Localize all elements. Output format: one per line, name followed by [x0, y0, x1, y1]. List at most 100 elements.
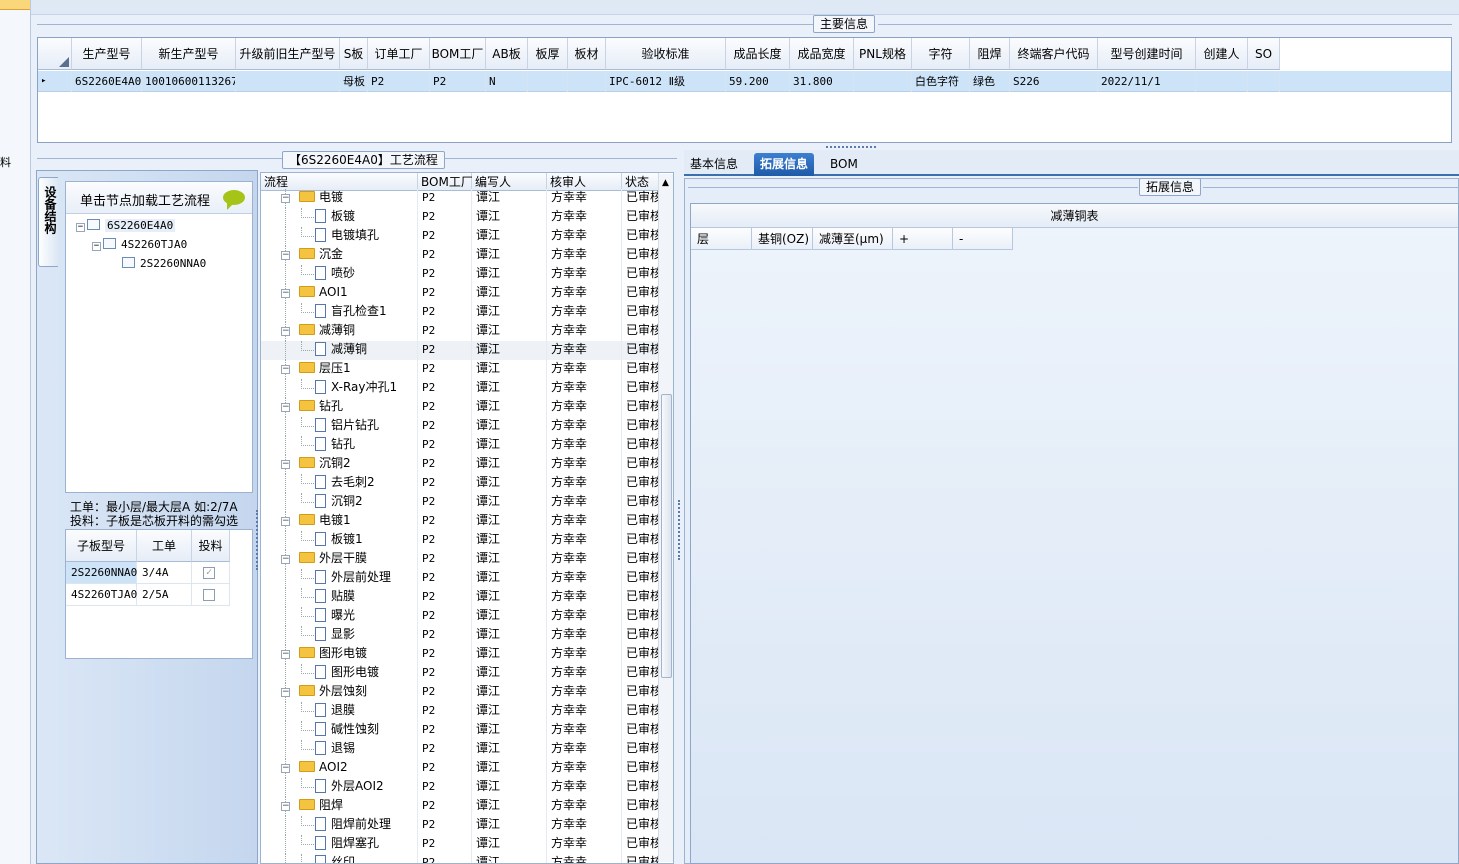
process-auditor-cell[interactable]: 方幸幸 [551, 683, 622, 702]
collapse-icon[interactable]: − [281, 251, 290, 260]
process-auditor-cell[interactable]: 方幸幸 [551, 664, 622, 683]
column-header[interactable]: 阻焊 [970, 38, 1010, 70]
process-writer-cell[interactable]: 谭江 [476, 683, 547, 702]
splitter-grip[interactable] [826, 146, 876, 149]
process-writer-cell[interactable]: 谭江 [476, 835, 547, 854]
process-status-cell[interactable]: 已审核 [626, 626, 659, 645]
process-writer-cell[interactable]: 谭江 [476, 569, 547, 588]
process-writer-cell[interactable]: 谭江 [476, 778, 547, 797]
sub-check-cell[interactable] [192, 584, 230, 606]
process-writer-cell[interactable]: 谭江 [476, 493, 547, 512]
process-row[interactable]: 退膜 P2 谭江 方幸幸 已审核 [261, 702, 659, 721]
table-cell[interactable]: 31.800 [790, 71, 854, 92]
process-bom-cell[interactable]: P2 [422, 246, 472, 265]
process-status-cell[interactable]: 已审核 [626, 455, 659, 474]
process-auditor-cell[interactable]: 方幸幸 [551, 588, 622, 607]
process-writer-cell[interactable]: 谭江 [476, 626, 547, 645]
table-cell[interactable]: 2022/11/1 [1098, 71, 1196, 92]
process-auditor-cell[interactable]: 方幸幸 [551, 360, 622, 379]
process-auditor-cell[interactable]: 方幸幸 [551, 284, 622, 303]
process-writer-cell[interactable]: 谭江 [476, 854, 547, 863]
process-row[interactable]: − 沉铜2 P2 谭江 方幸幸 已审核 [261, 455, 659, 474]
sub-order-cell[interactable]: 2/5A [137, 584, 192, 606]
collapse-icon[interactable]: − [92, 242, 101, 251]
process-auditor-cell[interactable]: 方幸幸 [551, 303, 622, 322]
table-cell[interactable] [854, 71, 912, 92]
add-row-button[interactable]: + [893, 228, 953, 250]
process-status-cell[interactable]: 已审核 [626, 645, 659, 664]
process-auditor-cell[interactable]: 方幸幸 [551, 797, 622, 816]
collapse-icon[interactable]: − [281, 802, 290, 811]
process-row[interactable]: − 外层蚀刻 P2 谭江 方幸幸 已审核 [261, 683, 659, 702]
process-writer-cell[interactable]: 谭江 [476, 797, 547, 816]
process-auditor-cell[interactable]: 方幸幸 [551, 265, 622, 284]
process-bom-cell[interactable]: P2 [422, 607, 472, 626]
process-writer-cell[interactable]: 谭江 [476, 759, 547, 778]
feed-checkbox[interactable] [203, 589, 215, 601]
process-bom-cell[interactable]: P2 [422, 322, 472, 341]
process-bom-cell[interactable]: P2 [422, 721, 472, 740]
process-bom-cell[interactable]: P2 [422, 740, 472, 759]
process-bom-cell[interactable]: P2 [422, 379, 472, 398]
process-auditor-cell[interactable]: 方幸幸 [551, 436, 622, 455]
process-auditor-cell[interactable]: 方幸幸 [551, 835, 622, 854]
process-bom-cell[interactable]: P2 [422, 398, 472, 417]
tab-bom[interactable]: BOM [824, 153, 864, 176]
process-status-cell[interactable]: 已审核 [626, 569, 659, 588]
column-header[interactable]: S板 [340, 38, 368, 70]
table-cell[interactable]: P2 [368, 71, 430, 92]
process-row[interactable]: 去毛刺2 P2 谭江 方幸幸 已审核 [261, 474, 659, 493]
process-auditor-cell[interactable]: 方幸幸 [551, 379, 622, 398]
process-auditor-cell[interactable]: 方幸幸 [551, 398, 622, 417]
process-row[interactable]: 图形电镀 P2 谭江 方幸幸 已审核 [261, 664, 659, 683]
collapse-icon[interactable]: − [281, 194, 290, 203]
process-row[interactable]: 盲孔检查1 P2 谭江 方幸幸 已审核 [261, 303, 659, 322]
process-bom-cell[interactable]: P2 [422, 208, 472, 227]
process-row[interactable]: 外层AOI2 P2 谭江 方幸幸 已审核 [261, 778, 659, 797]
remove-row-button[interactable]: - [953, 228, 1013, 250]
process-bom-cell[interactable]: P2 [422, 189, 472, 208]
process-bom-cell[interactable]: P2 [422, 341, 472, 360]
process-auditor-cell[interactable]: 方幸幸 [551, 759, 622, 778]
process-row[interactable]: − 减薄铜 P2 谭江 方幸幸 已审核 [261, 322, 659, 341]
process-status-cell[interactable]: 已审核 [626, 227, 659, 246]
process-auditor-cell[interactable]: 方幸幸 [551, 189, 622, 208]
process-status-cell[interactable]: 已审核 [626, 493, 659, 512]
process-writer-cell[interactable]: 谭江 [476, 322, 547, 341]
process-writer-cell[interactable]: 谭江 [476, 284, 547, 303]
vertical-tab-structure[interactable]: 设备结构 [38, 177, 58, 267]
process-auditor-cell[interactable]: 方幸幸 [551, 531, 622, 550]
tab-basic-info[interactable]: 基本信息 [684, 153, 744, 176]
process-writer-cell[interactable]: 谭江 [476, 607, 547, 626]
process-status-cell[interactable]: 已审核 [626, 740, 659, 759]
col-layer[interactable]: 层 [691, 228, 752, 250]
column-header[interactable]: AB板 [486, 38, 528, 70]
process-status-cell[interactable]: 已审核 [626, 816, 659, 835]
process-status-cell[interactable]: 已审核 [626, 474, 659, 493]
collapse-icon[interactable]: − [281, 650, 290, 659]
sub-model-cell[interactable]: 2S2260NNA0 [66, 562, 137, 584]
process-auditor-cell[interactable]: 方幸幸 [551, 512, 622, 531]
process-bom-cell[interactable]: P2 [422, 797, 472, 816]
process-bom-cell[interactable]: P2 [422, 512, 472, 531]
process-status-cell[interactable]: 已审核 [626, 759, 659, 778]
process-row[interactable]: − 层压1 P2 谭江 方幸幸 已审核 [261, 360, 659, 379]
table-cell[interactable]: S226 [1010, 71, 1098, 92]
process-status-cell[interactable]: 已审核 [626, 778, 659, 797]
process-bom-cell[interactable]: P2 [422, 626, 472, 645]
process-auditor-cell[interactable]: 方幸幸 [551, 854, 622, 863]
process-writer-cell[interactable]: 谭江 [476, 588, 547, 607]
col-header[interactable]: 工单 [137, 530, 192, 562]
process-row[interactable]: 退锡 P2 谭江 方幸幸 已审核 [261, 740, 659, 759]
process-row[interactable]: 电镀填孔 P2 谭江 方幸幸 已审核 [261, 227, 659, 246]
process-status-cell[interactable]: 已审核 [626, 379, 659, 398]
column-header[interactable]: 成品长度 [726, 38, 790, 70]
column-header[interactable]: 新生产型号 [142, 38, 236, 70]
process-auditor-cell[interactable]: 方幸幸 [551, 721, 622, 740]
process-row[interactable]: 板镀1 P2 谭江 方幸幸 已审核 [261, 531, 659, 550]
tree-node-root[interactable]: −6S2260E4A0 [76, 219, 176, 232]
process-row[interactable]: X-Ray冲孔1 P2 谭江 方幸幸 已审核 [261, 379, 659, 398]
process-status-cell[interactable]: 已审核 [626, 721, 659, 740]
process-writer-cell[interactable]: 谭江 [476, 531, 547, 550]
collapse-icon[interactable]: − [281, 555, 290, 564]
